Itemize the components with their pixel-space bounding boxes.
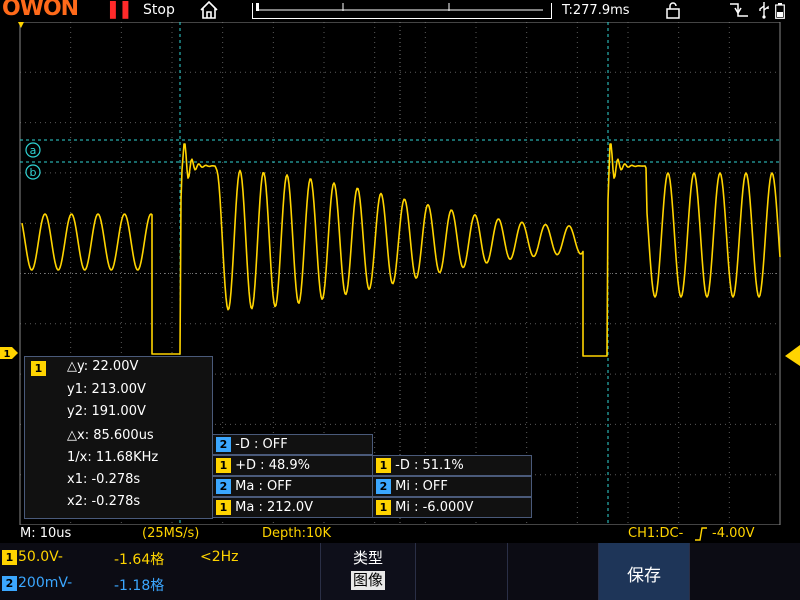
trigger-rising-edge-icon (695, 527, 707, 541)
x2-value: x2: -0.278s (67, 494, 141, 509)
cursor-a-label: a (30, 144, 37, 157)
position-bar-marks (256, 3, 543, 11)
ch2-scale: 200mV- (18, 575, 73, 591)
timebase[interactable]: M: 10us (20, 525, 71, 542)
delta-y: △y: 22.00V (67, 359, 139, 374)
measure-ch1-pos-duty: 1 +D : 48.9% (212, 455, 373, 476)
ch2-offset: -1.18格 (114, 578, 165, 594)
trigger-position-marker (18, 22, 24, 28)
ch1-tag: 1 (2, 550, 17, 565)
menu-type-label: 类型 (352, 549, 383, 567)
ch1-tag: 1 (31, 361, 46, 376)
measure-text: Ma : 212.0V (235, 500, 314, 515)
menu-type[interactable]: 类型 图像 (320, 543, 415, 600)
cursor-readout-panel: 1 △y: 22.00V y1: 213.00V y2: 191.00V △x:… (24, 356, 213, 519)
save-button[interactable]: 保存 (598, 543, 689, 600)
save-button-label: 保存 (627, 566, 661, 586)
y1-value: y1: 213.00V (67, 382, 146, 397)
menu-slot-empty-2 (507, 543, 598, 600)
battery-icon (775, 3, 785, 19)
ch2-info[interactable]: 2 200mV- -1.18格 (0, 574, 320, 598)
measure-ch1-max: 1 Ma : 212.0V (212, 497, 373, 518)
ch2-tag: 2 (216, 479, 231, 494)
owon-logo: OWON (2, 0, 79, 21)
ch1-level-label: 1 (4, 349, 11, 360)
usb-icon (759, 2, 769, 19)
ch1-scale: 50.0V- (18, 549, 63, 565)
measure-text: Mi : -6.000V (395, 500, 474, 515)
pause-icon[interactable]: ▌▌ (110, 1, 135, 19)
measure-ch1-neg-duty: 1 -D : 51.1% (372, 455, 532, 476)
x1-value: x1: -0.278s (67, 472, 141, 487)
inverse-delta-x: 1/x: 11.68KHz (67, 450, 159, 465)
run-state[interactable]: Stop (143, 2, 175, 18)
measure-text: Ma : OFF (235, 479, 293, 494)
measure-text: -D : OFF (235, 437, 288, 452)
cursor-b-label: b (30, 166, 37, 179)
measure-text: Mi : OFF (395, 479, 448, 494)
measure-ch1-min: 1 Mi : -6.000V (372, 497, 532, 518)
trigger-level-marker[interactable] (785, 345, 800, 366)
ch1-info[interactable]: 1 50.0V- -1.64格 <2Hz (0, 549, 320, 573)
home-icon[interactable] (200, 1, 218, 19)
ch1-tag: 1 (216, 458, 231, 473)
ch1-tag: 1 (376, 500, 391, 515)
ch1-frequency: <2Hz (200, 549, 239, 565)
trigger-level: -4.00V (712, 526, 755, 541)
memory-depth: Depth:10K (262, 526, 332, 541)
menu-type-value: 图像 (350, 571, 385, 590)
ch2-tag: 2 (2, 576, 17, 591)
ch2-tag: 2 (216, 437, 231, 452)
top-status-bar: OWON ▌▌ Stop T:277.9ms (0, 0, 800, 22)
measure-ch2-neg-duty: 2 -D : OFF (212, 434, 373, 455)
trigger-time: T:277.9ms (562, 3, 630, 18)
ch1-tag: 1 (216, 500, 231, 515)
delta-x: △x: 85.600us (67, 428, 154, 443)
trigger-source[interactable]: CH1:DC- (628, 525, 683, 542)
ch1-offset: -1.64格 (114, 552, 165, 568)
cursor-a-marker[interactable]: a (25, 142, 41, 158)
menu-slot-empty-1 (415, 543, 507, 600)
measure-text: -D : 51.1% (395, 458, 464, 473)
ch1-level-marker[interactable]: 1 (0, 347, 18, 360)
ch1-tag: 1 (376, 458, 391, 473)
measure-text: +D : 48.9% (235, 458, 310, 473)
lock-icon[interactable] (665, 2, 681, 19)
trigger-falling-edge-icon (730, 3, 748, 17)
bottom-menu-bar: 1 50.0V- -1.64格 <2Hz 2 200mV- -1.18格 类型 … (0, 543, 800, 600)
ch2-tag: 2 (376, 479, 391, 494)
measure-ch2-min: 2 Mi : OFF (372, 476, 532, 497)
waveform-position-bar[interactable] (252, 3, 552, 19)
y2-value: y2: 191.00V (67, 404, 146, 419)
sample-rate: (25MS/s) (142, 526, 200, 541)
acquisition-status-bar: M: 10us (25MS/s) Depth:10K CH1:DC- -4.00… (0, 525, 800, 543)
menu-slot-empty-3 (689, 543, 800, 600)
cursor-b-marker[interactable]: b (25, 164, 41, 180)
measure-ch2-max: 2 Ma : OFF (212, 476, 373, 497)
